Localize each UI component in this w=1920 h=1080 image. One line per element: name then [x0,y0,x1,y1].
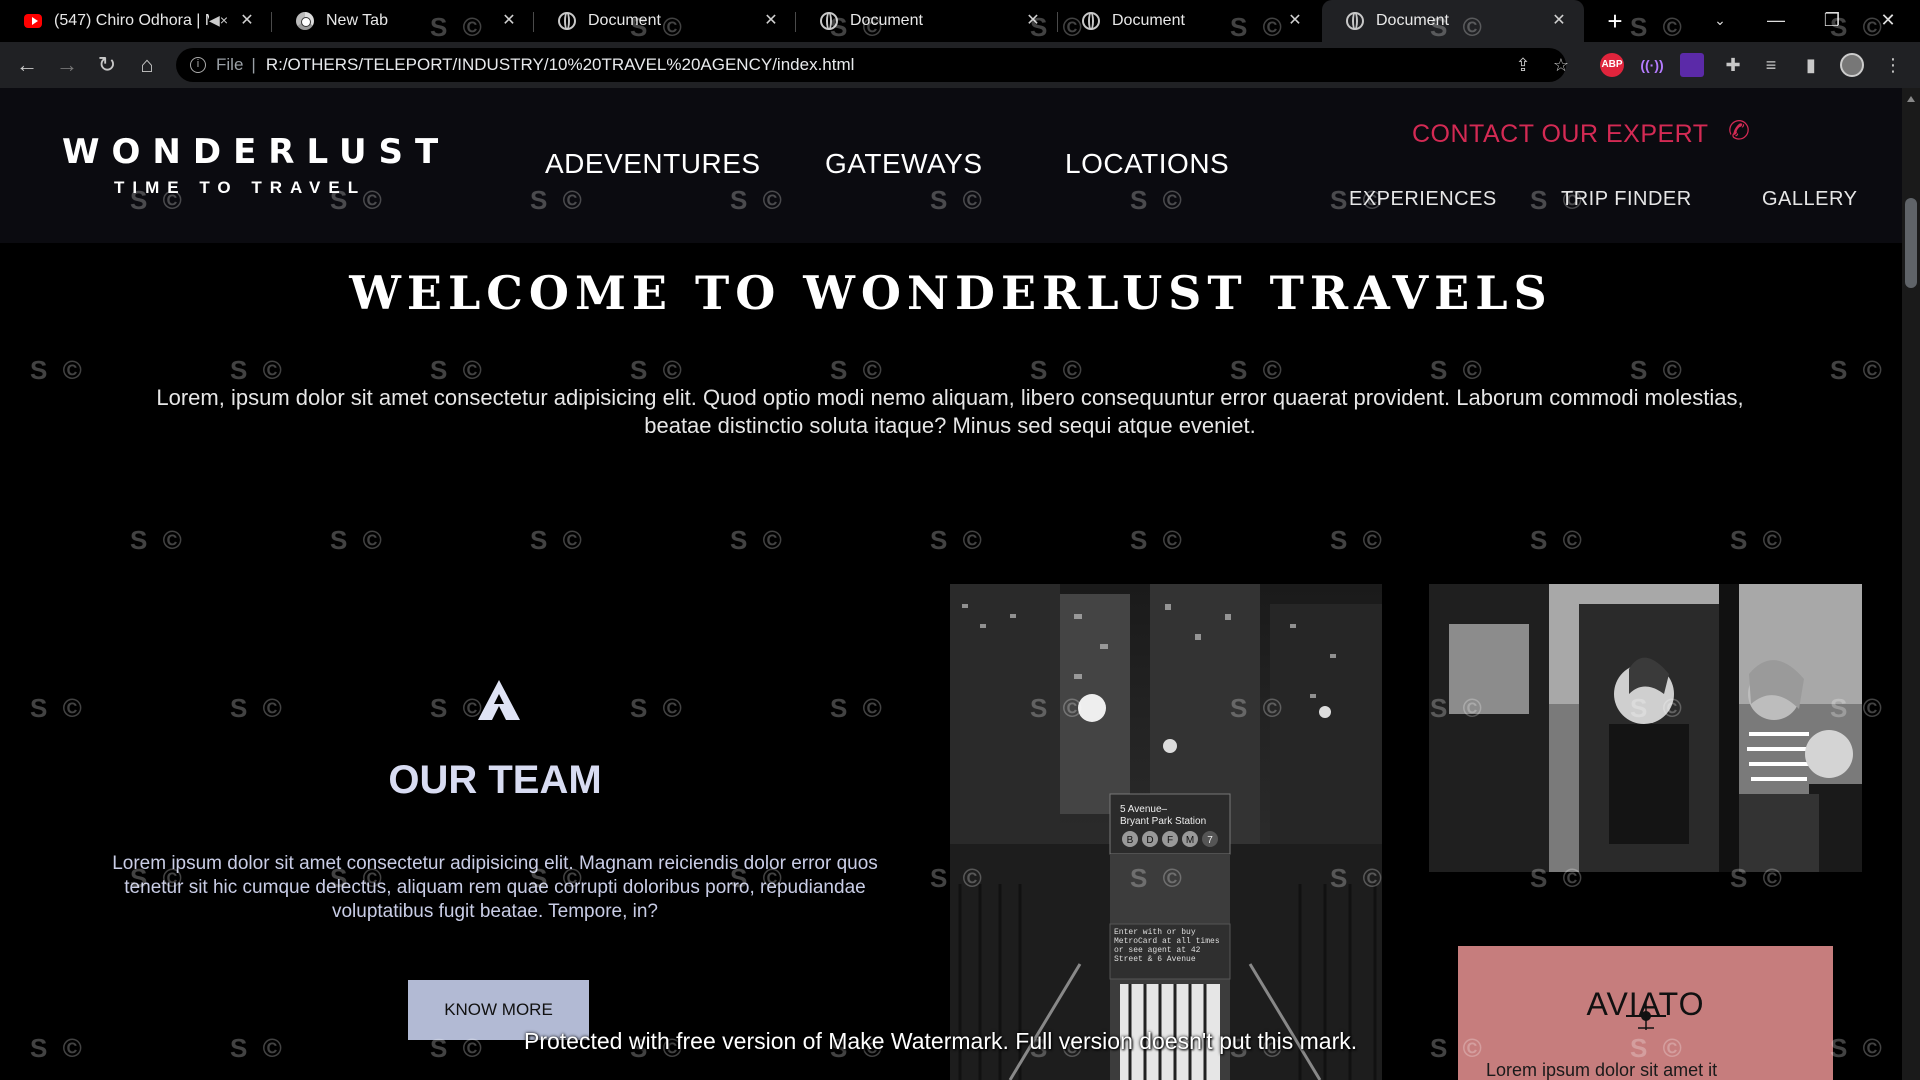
tab-document-active[interactable]: Document ✕ [1322,0,1584,42]
browser-toolbar: ← → ↻ ⌂ i File | R:/OTHERS/TELEPORT/INDU… [0,42,1920,88]
aviato-card[interactable]: AVIATO Lorem ipsum dolor sit amet it [1458,946,1833,1080]
airplane-icon [1626,1002,1666,1030]
logo-subtitle: TIME TO TRAVEL [114,178,367,197]
close-tab-icon[interactable]: ✕ [1024,12,1042,30]
adblock-plus-icon[interactable]: ABP [1600,53,1624,77]
close-tab-icon[interactable]: ✕ [500,12,518,30]
globe-icon [1346,12,1364,30]
tab-title: Document [588,12,661,29]
subway-sign-line2: Bryant Park Station [1120,816,1206,827]
globe-icon [558,12,576,30]
browser-menu-icon[interactable]: ⋮ [1878,50,1908,80]
nav-gateways[interactable]: GATEWAYS [825,148,983,180]
restore-button[interactable]: ❐ [1808,4,1856,36]
tab-title: Document [850,12,923,29]
tab-new-tab[interactable]: New Tab ✕ [272,0,534,42]
protocol-label: File [216,55,244,74]
new-tab-button[interactable]: + [1600,6,1630,36]
page-scrollbar[interactable] [1902,88,1920,1080]
team-title: OUR TEAM [388,758,602,802]
intro-paragraph: Lorem, ipsum dolor sit amet consectetur … [156,385,1744,438]
tab-document-2[interactable]: Document ✕ [796,0,1058,42]
subway-line-badge: B [1127,835,1134,846]
reload-button[interactable]: ↻ [92,50,122,80]
nav-experiences[interactable]: EXPERIENCES [1349,188,1497,211]
tab-title: (547) Chiro Odhora | M [54,12,209,29]
tab-title: New Tab [326,12,388,29]
bookmark-star-icon[interactable]: ☆ [1546,50,1576,80]
site-info-icon[interactable]: i [190,57,206,73]
team-description: Lorem ipsum dolor sit amet consectetur a… [112,853,878,922]
close-tab-icon[interactable]: ✕ [762,12,780,30]
nav-locations[interactable]: LOCATIONS [1065,148,1229,180]
subway-line-badge: M [1186,835,1194,846]
tab-document-3[interactable]: Document ✕ [1058,0,1320,42]
logo[interactable]: WONDERLUST TIME TO TRAVEL [0,88,480,243]
forward-button[interactable]: → [52,50,82,80]
globe-icon [820,12,838,30]
team-logo-icon [478,680,520,720]
globe-icon [1082,12,1100,30]
tab-title: Document [1376,12,1449,29]
media-control-icon[interactable]: ≡ [1756,50,1786,80]
tab-document-1[interactable]: Document ✕ [534,0,796,42]
extensions-puzzle-icon[interactable]: ✚ [1718,50,1748,80]
close-window-button[interactable]: ✕ [1864,4,1912,36]
scroll-up-arrow-icon[interactable] [1907,96,1915,102]
tab-search-icon[interactable]: ⌄ [1696,4,1744,36]
url-text[interactable]: R:/OTHERS/TELEPORT/INDUSTRY/10%20TRAVEL%… [266,55,855,75]
home-button[interactable]: ⌂ [132,50,162,80]
aviato-text: Lorem ipsum dolor sit amet it [1486,1060,1718,1080]
subway-sign-line1: 5 Avenue– [1120,804,1168,815]
subway-line-badge: 7 [1207,835,1213,846]
scrollbar-thumb[interactable] [1905,198,1917,288]
nav-trip-finder[interactable]: TRIP FINDER [1561,188,1692,211]
chrome-icon [296,12,314,30]
close-tab-icon[interactable]: ✕ [1550,12,1568,30]
nav-gallery[interactable]: GALLERY [1762,188,1857,211]
muted-speaker-icon[interactable]: ◀× [209,12,228,29]
close-tab-icon[interactable]: ✕ [238,12,256,30]
welcome-heading: WELCOME TO WONDERLUST TRAVELS [349,266,1553,320]
browser-tab-bar: (547) Chiro Odhora | M ◀× ✕ New Tab ✕ Do… [0,0,1920,42]
extension-grid-icon[interactable] [1680,53,1704,77]
logo-title: WONDERLUST [62,132,451,172]
phone-icon[interactable]: ✆ [1726,114,1761,149]
address-divider: | [251,55,256,74]
tab-title: Document [1112,12,1185,29]
profile-avatar[interactable] [1840,53,1864,77]
contact-expert-link[interactable]: CONTACT OUR EXPERT [1412,120,1709,149]
address-bar[interactable]: i File | R:/OTHERS/TELEPORT/INDUSTRY/10%… [176,48,1566,82]
site-header: WONDERLUST TIME TO TRAVEL ADEVENTURES GA… [0,88,1902,243]
share-icon[interactable]: ⇪ [1508,50,1538,80]
subway-station-photo: 5 Avenue– Bryant Park Station B D F M 7 … [950,584,1382,1080]
page-viewport: WONDERLUST TIME TO TRAVEL ADEVENTURES GA… [0,88,1902,1080]
subway-line-badge: D [1146,835,1153,846]
close-tab-icon[interactable]: ✕ [1286,12,1304,30]
subway-notice-text: Enter with or buy MetroCard at all times… [1114,928,1220,964]
side-panel-icon[interactable]: ▮ [1796,50,1826,80]
tab-youtube[interactable]: (547) Chiro Odhora | M ◀× ✕ [0,0,272,42]
subway-line-badge: F [1167,835,1173,846]
youtube-icon [24,12,42,30]
watermark-banner: Protected with free version of Make Wate… [524,1028,1358,1054]
friends-in-car-photo [1429,584,1862,872]
extension-waves-icon[interactable]: ((·)) [1640,53,1664,77]
back-button[interactable]: ← [12,50,42,80]
minimize-button[interactable]: — [1752,4,1800,36]
nav-adventures[interactable]: ADEVENTURES [545,148,761,180]
